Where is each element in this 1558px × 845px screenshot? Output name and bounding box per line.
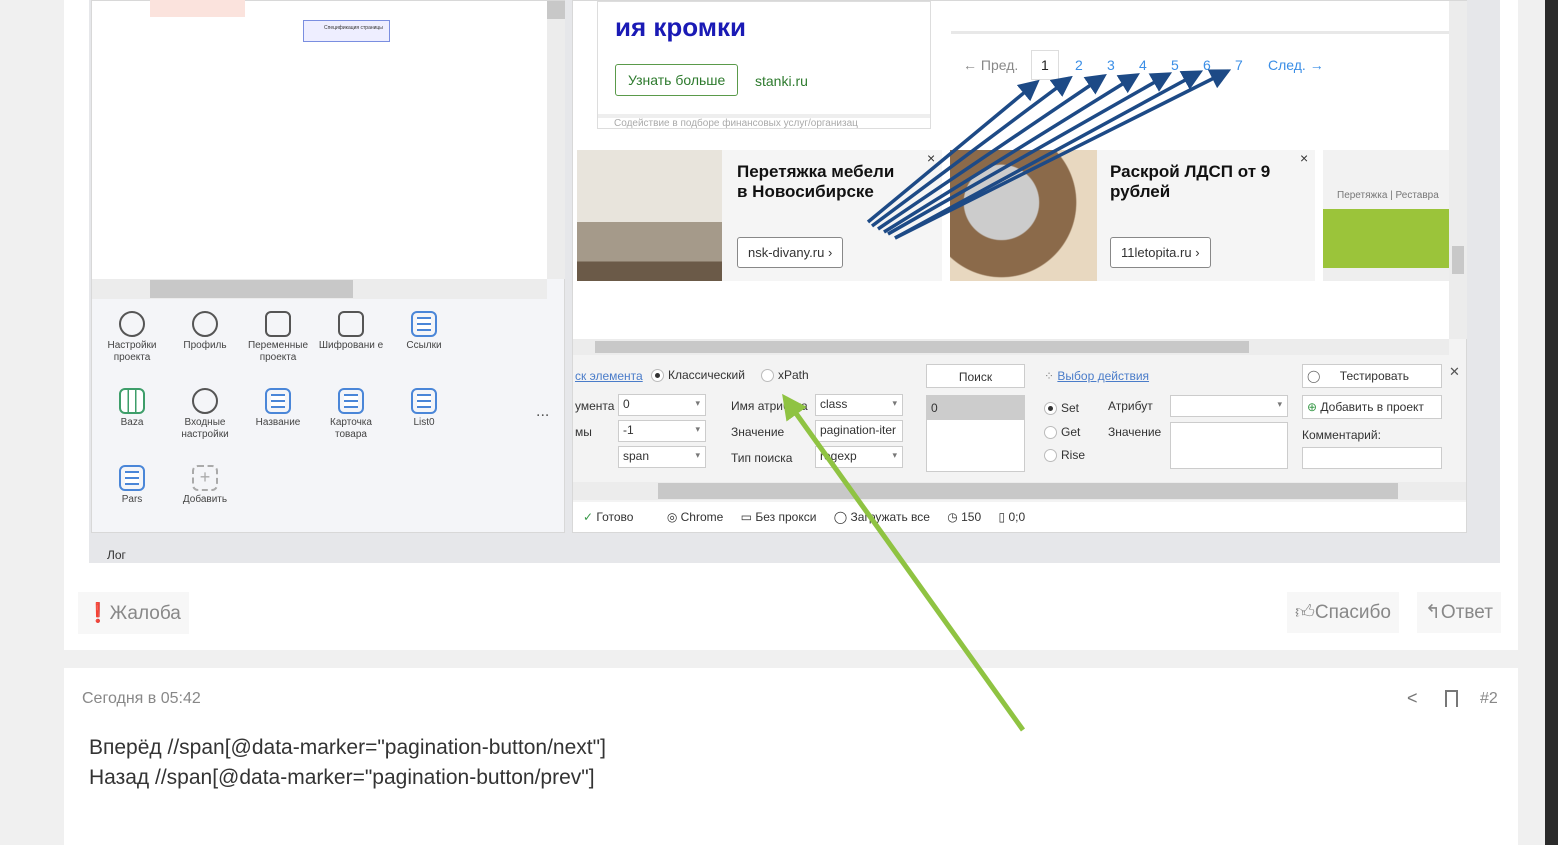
bookmark-icon[interactable]	[1445, 690, 1458, 707]
blue-arrow	[894, 69, 1232, 240]
green-arrow	[782, 393, 1026, 732]
post-timestamp[interactable]: Сегодня в 05:42	[82, 690, 201, 708]
blue-arrow	[877, 74, 1107, 231]
post-body: Вперёд //span[@data-marker="pagination-b…	[89, 733, 606, 793]
complaint-button[interactable]: ❗Жалоба	[78, 592, 189, 634]
blue-arrow	[887, 72, 1173, 236]
reply-button[interactable]: ↰Ответ	[1417, 592, 1501, 633]
blue-arrow	[870, 75, 1073, 228]
thumbs-up-icon: 👍︎	[1295, 602, 1315, 623]
thanks-button[interactable]: 👍︎Спасибо	[1287, 592, 1399, 633]
reply-icon: ↰	[1425, 602, 1441, 623]
annotation-arrows	[782, 69, 1232, 732]
share-icon[interactable]: <	[1407, 688, 1418, 709]
blue-arrow	[883, 73, 1140, 234]
post-line: Назад //span[@data-marker="pagination-bu…	[89, 766, 595, 789]
post-number[interactable]: #2	[1480, 690, 1498, 708]
post-line: Вперёд //span[@data-marker="pagination-b…	[89, 736, 606, 759]
alert-icon: ❗	[86, 603, 110, 624]
